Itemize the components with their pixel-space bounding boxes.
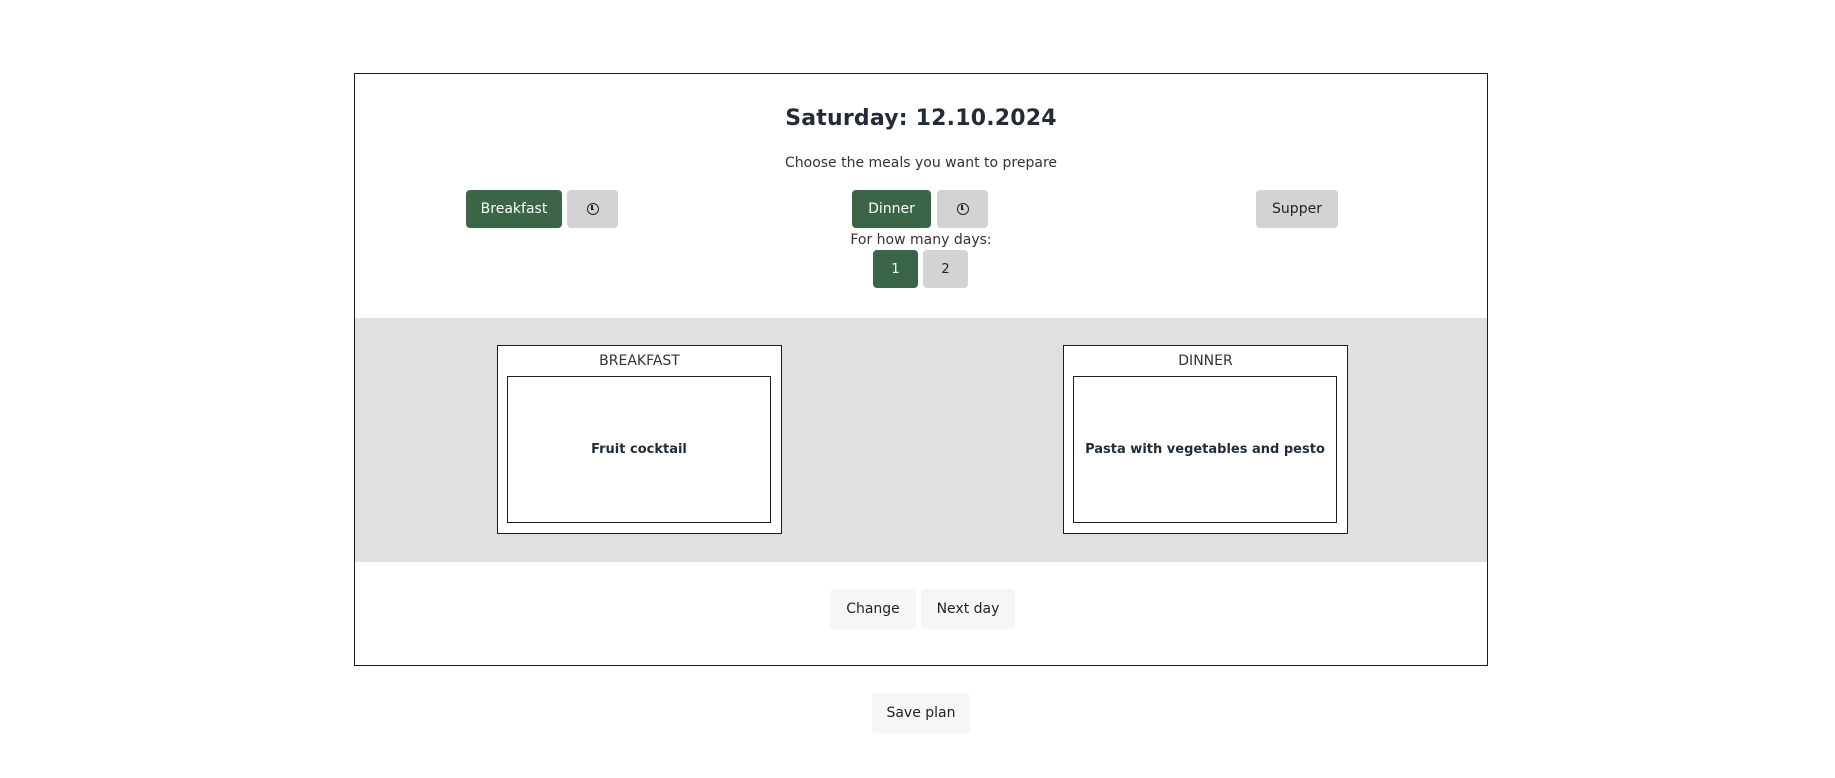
dinner-meal-card: DINNER Pasta with vegetables and pesto xyxy=(1063,345,1348,534)
days-option-2-button[interactable]: 2 xyxy=(923,250,968,288)
dinner-toggle-button[interactable]: Dinner xyxy=(852,190,931,228)
supper-toggle-button[interactable]: Supper xyxy=(1256,190,1338,228)
page-title: Saturday: 12.10.2024 xyxy=(785,106,1057,131)
breakfast-dish-box[interactable]: Fruit cocktail xyxy=(507,376,771,523)
dish-name: Pasta with vegetables and pesto xyxy=(1085,442,1325,457)
day-planner-card: Saturday: 12.10.2024 Choose the meals yo… xyxy=(354,73,1488,666)
breakfast-meal-card: BREAKFAST Fruit cocktail xyxy=(497,345,782,534)
meal-card-heading: BREAKFAST xyxy=(599,353,680,369)
dish-name: Fruit cocktail xyxy=(591,442,687,457)
meal-choice-prompt: Choose the meals you want to prepare xyxy=(784,155,1058,171)
dinner-time-button[interactable] xyxy=(937,190,988,228)
next-day-button[interactable]: Next day xyxy=(921,589,1015,629)
days-count-label: For how many days: xyxy=(850,232,992,248)
save-plan-button[interactable]: Save plan xyxy=(872,693,970,733)
meals-panel: BREAKFAST Fruit cocktail DINNER Pasta wi… xyxy=(355,318,1487,562)
breakfast-toggle-button[interactable]: Breakfast xyxy=(466,190,562,228)
dinner-dish-box[interactable]: Pasta with vegetables and pesto xyxy=(1073,376,1337,523)
clock-icon xyxy=(956,203,969,215)
days-option-1-button[interactable]: 1 xyxy=(873,250,918,288)
change-button[interactable]: Change xyxy=(830,589,916,629)
meal-card-heading: DINNER xyxy=(1178,353,1233,369)
clock-icon xyxy=(586,203,599,215)
breakfast-time-button[interactable] xyxy=(567,190,618,228)
